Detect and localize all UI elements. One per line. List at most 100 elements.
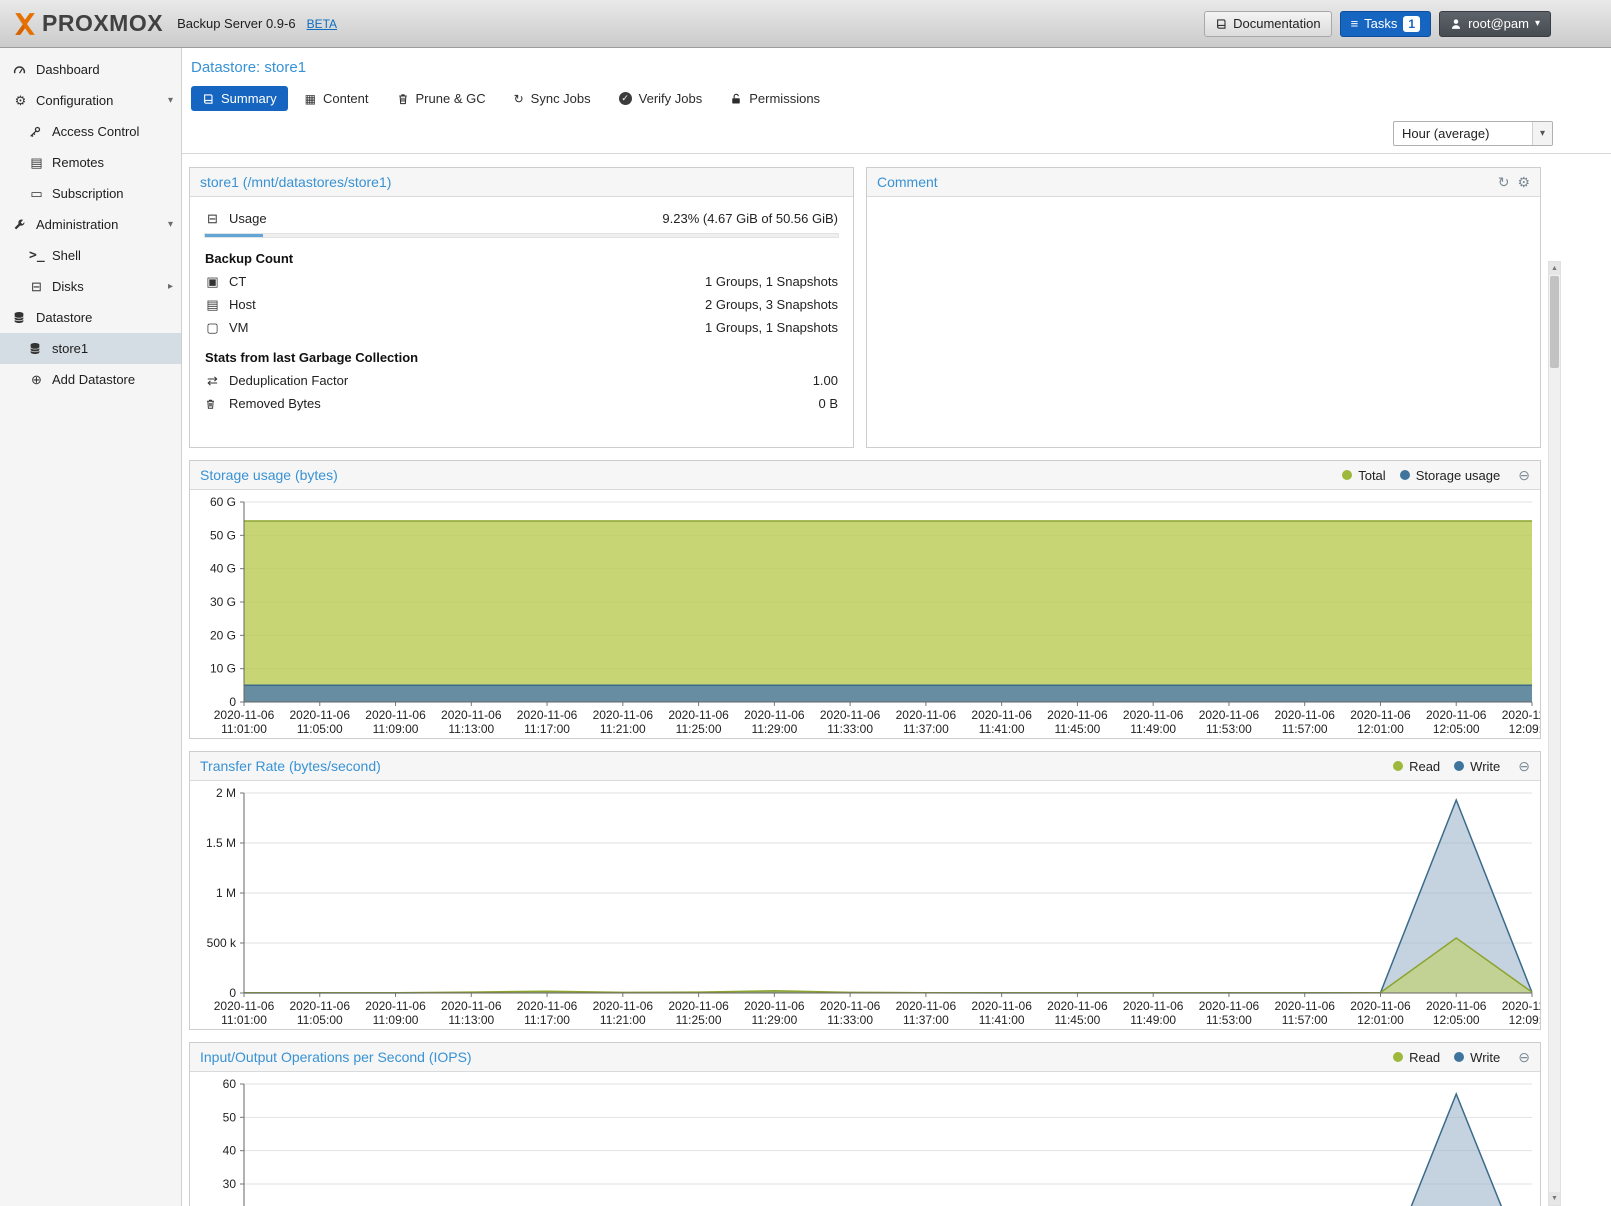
tab-permissions[interactable]: Permissions (719, 86, 831, 111)
svg-text:11:17:00: 11:17:00 (524, 722, 570, 736)
gear-icon[interactable]: ⚙ (1517, 175, 1530, 189)
tab-sync-jobs[interactable]: ↻ Sync Jobs (503, 86, 602, 111)
sidebar-item-administration[interactable]: Administration ▾ (0, 209, 181, 240)
comment-body[interactable] (867, 197, 1540, 217)
transfer-rate-title: Transfer Rate (bytes/second) (200, 758, 381, 774)
svg-text:11:25:00: 11:25:00 (676, 722, 722, 736)
svg-text:0: 0 (229, 695, 236, 709)
collapse-chart-icon[interactable]: ⊖ (1518, 759, 1530, 773)
sidebar-item-label: Administration (36, 217, 160, 232)
svg-text:11:57:00: 11:57:00 (1282, 722, 1328, 736)
svg-text:11:33:00: 11:33:00 (827, 722, 873, 736)
scrollbar-track[interactable] (1549, 275, 1560, 1192)
hdd-icon: ⊟ (205, 212, 220, 225)
row-label: Removed Bytes (229, 396, 321, 411)
svg-text:2020-11-06: 2020-11-06 (744, 999, 805, 1013)
desktop-icon: ▢ (205, 321, 220, 334)
transfer-rate-chart: 0500 k1 M1.5 M2 M2020-11-0611:01:002020-… (190, 781, 1540, 1029)
sidebar-item-shell[interactable]: >_ Shell (0, 240, 181, 271)
scroll-up-button[interactable]: ▲ (1549, 262, 1560, 275)
svg-text:1 M: 1 M (216, 886, 236, 900)
user-label: root@pam (1468, 16, 1529, 31)
svg-text:11:13:00: 11:13:00 (448, 1013, 494, 1027)
content-scroll-area: store1 (/mnt/datastores/store1) ⊟ Usage … (182, 154, 1611, 1206)
svg-text:10 G: 10 G (210, 662, 236, 676)
legend-item-read: Read (1393, 1050, 1440, 1065)
tab-label: Sync Jobs (531, 91, 591, 106)
chevron-down-icon: ▾ (1535, 18, 1540, 29)
sidebar-item-subscription[interactable]: ▭ Subscription (0, 178, 181, 209)
chevron-right-icon[interactable]: ▸ (168, 281, 173, 292)
scroll-down-button[interactable]: ▼ (1549, 1192, 1560, 1205)
comment-panel-title: Comment (877, 174, 938, 190)
top-right-buttons: Documentation ≡ Tasks 1 root@pam ▾ (1204, 11, 1599, 37)
chevron-down-icon[interactable]: ▾ (168, 219, 173, 230)
svg-text:2020-11-06: 2020-11-06 (1274, 708, 1335, 722)
svg-text:11:01:00: 11:01:00 (221, 722, 267, 736)
timeframe-select[interactable]: Hour (average) ▾ (1393, 121, 1553, 146)
gc-stats-title: Stats from last Garbage Collection (204, 339, 839, 369)
row-label: CT (229, 274, 246, 289)
legend-dot-blue (1454, 1052, 1464, 1062)
iops-chart: 01020304050602020-11-0611:01:002020-11-0… (190, 1072, 1540, 1206)
sidebar-item-label: store1 (52, 341, 173, 356)
collapse-chart-icon[interactable]: ⊖ (1518, 1050, 1530, 1064)
svg-text:12:01:00: 12:01:00 (1357, 1013, 1404, 1027)
proxmox-logo-icon (12, 11, 38, 37)
scrollbar-thumb[interactable] (1550, 276, 1559, 368)
svg-text:2020-11-06: 2020-11-06 (1502, 708, 1540, 722)
svg-text:2020-11-06: 2020-11-06 (1350, 999, 1411, 1013)
sidebar-item-dashboard[interactable]: Dashboard (0, 54, 181, 85)
sidebar-item-label: Access Control (52, 124, 173, 139)
sidebar-item-configuration[interactable]: ⚙ Configuration ▾ (0, 85, 181, 116)
svg-text:11:49:00: 11:49:00 (1130, 1013, 1176, 1027)
server-list-icon: ▤ (29, 156, 44, 169)
brand-text: PROXMOX (42, 10, 163, 37)
legend-label: Storage usage (1416, 468, 1501, 483)
reload-icon[interactable]: ↻ (1498, 175, 1510, 189)
legend-label: Total (1358, 468, 1385, 483)
row-value: 1 Groups, 1 Snapshots (705, 320, 838, 335)
vertical-scrollbar[interactable]: ▲ ▼ (1548, 261, 1561, 1206)
tab-content[interactable]: ▦ Content (294, 86, 380, 111)
svg-text:2020-11-06: 2020-11-06 (744, 708, 805, 722)
tab-verify-jobs[interactable]: ✓ Verify Jobs (608, 86, 714, 111)
backup-count-title: Backup Count (204, 240, 839, 270)
ticket-icon: ▭ (29, 187, 44, 200)
documentation-button[interactable]: Documentation (1204, 11, 1331, 37)
sidebar-item-disks[interactable]: ⊟ Disks ▸ (0, 271, 181, 302)
sidebar-item-access-control[interactable]: Access Control (0, 116, 181, 147)
compress-icon: ⇄ (205, 374, 220, 387)
documentation-label: Documentation (1233, 16, 1320, 31)
sidebar-item-label: Subscription (52, 186, 173, 201)
dashboard-icon (13, 63, 28, 76)
user-menu-button[interactable]: root@pam ▾ (1439, 11, 1551, 37)
sidebar-item-store1[interactable]: store1 (0, 333, 181, 364)
tab-summary[interactable]: Summary (191, 86, 288, 111)
sidebar-item-label: Remotes (52, 155, 173, 170)
legend-dot-blue (1454, 761, 1464, 771)
beta-link[interactable]: BETA (307, 17, 337, 31)
trash-icon (397, 93, 409, 105)
sidebar-item-add-datastore[interactable]: ⊕ Add Datastore (0, 364, 181, 395)
usage-label: Usage (229, 211, 267, 226)
svg-text:11:45:00: 11:45:00 (1054, 1013, 1100, 1027)
svg-text:2020-11-06: 2020-11-06 (517, 708, 578, 722)
svg-text:2020-11-06: 2020-11-06 (896, 999, 957, 1013)
svg-text:2020-11-06: 2020-11-06 (1047, 999, 1108, 1013)
legend-item-read: Read (1393, 759, 1440, 774)
svg-text:2020-11-06: 2020-11-06 (214, 999, 275, 1013)
svg-text:2020-11-06: 2020-11-06 (1502, 999, 1540, 1013)
tasks-button[interactable]: ≡ Tasks 1 (1340, 11, 1432, 37)
tab-prune-gc[interactable]: Prune & GC (386, 86, 497, 111)
tab-label: Permissions (749, 91, 820, 106)
collapse-chart-icon[interactable]: ⊖ (1518, 468, 1530, 482)
sidebar-item-remotes[interactable]: ▤ Remotes (0, 147, 181, 178)
storage-usage-header: Storage usage (bytes) Total Storage usag… (190, 461, 1540, 490)
svg-text:30 G: 30 G (210, 595, 236, 609)
svg-text:11:25:00: 11:25:00 (676, 1013, 722, 1027)
sidebar-item-datastore[interactable]: Datastore (0, 302, 181, 333)
chevron-down-icon[interactable]: ▾ (168, 95, 173, 106)
iops-panel: Input/Output Operations per Second (IOPS… (189, 1042, 1541, 1206)
legend-label: Write (1470, 1050, 1500, 1065)
